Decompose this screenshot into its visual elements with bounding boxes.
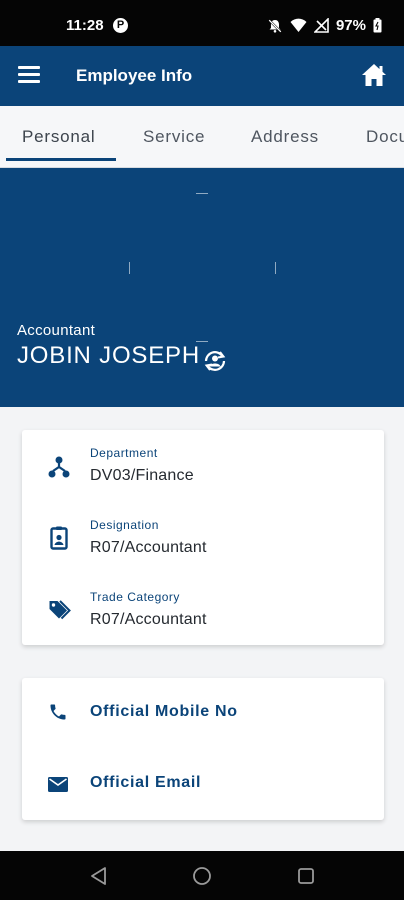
profile-designation: Accountant [17,322,96,339]
official-mobile-label: Official Mobile No [90,703,238,720]
official-mobile-row[interactable]: Official Mobile No [22,678,384,749]
profile-header: Accountant JOBIN JOSEPH [0,168,404,407]
status-bar: 11:28 P 97% [0,0,404,46]
home-icon[interactable] [360,61,388,89]
tab-address[interactable]: Address [251,127,319,147]
app-bar: Employee Info [0,46,404,106]
designation-row: Designation R07/Accountant [22,502,384,574]
battery-icon [373,18,382,33]
wifi-icon [290,18,307,32]
p-notification-icon: P [113,18,128,33]
placeholder-mark [129,262,130,274]
official-email-label: Official Email [90,774,202,791]
id-badge-icon [50,526,68,550]
details-card: Department DV03/Finance Designation R07/… [22,430,384,645]
designation-value: R07/Accountant [90,539,207,556]
contact-card: Official Mobile No Official Email [22,678,384,820]
hamburger-menu-icon[interactable] [18,66,40,86]
silent-bell-icon [268,18,282,33]
signal-off-icon [313,18,329,33]
app-bar-title: Employee Info [76,66,193,85]
tab-service[interactable]: Service [143,127,205,147]
home-circle-icon[interactable] [191,865,213,887]
placeholder-mark [275,262,276,274]
hierarchy-icon [48,456,70,478]
back-icon[interactable] [88,865,110,887]
profile-photo-placeholder [196,193,208,194]
profile-name: JOBIN JOSEPH [17,342,200,369]
tab-bar: Personal Service Address Docu [0,106,404,168]
trade-category-label: Trade Category [90,590,180,604]
envelope-icon [48,777,68,792]
phone-icon [50,704,66,720]
department-label: Department [90,446,158,460]
department-value: DV03/Finance [90,467,194,484]
status-icons: 97% [267,17,382,34]
change-user-icon[interactable] [201,347,229,375]
trade-category-row: Trade Category R07/Accountant [22,574,384,646]
designation-label: Designation [90,518,159,532]
tab-personal[interactable]: Personal [22,127,96,147]
recents-icon[interactable] [295,865,317,887]
system-navigation-bar [0,851,404,900]
battery-percent: 97% [335,17,366,34]
trade-category-value: R07/Accountant [90,611,207,628]
active-tab-indicator [6,158,116,161]
tab-documents[interactable]: Docu [366,127,404,147]
official-email-row[interactable]: Official Email [22,749,384,820]
status-time: 11:28 [66,17,104,34]
department-row: Department DV03/Finance [22,430,384,502]
tags-icon [49,600,71,620]
